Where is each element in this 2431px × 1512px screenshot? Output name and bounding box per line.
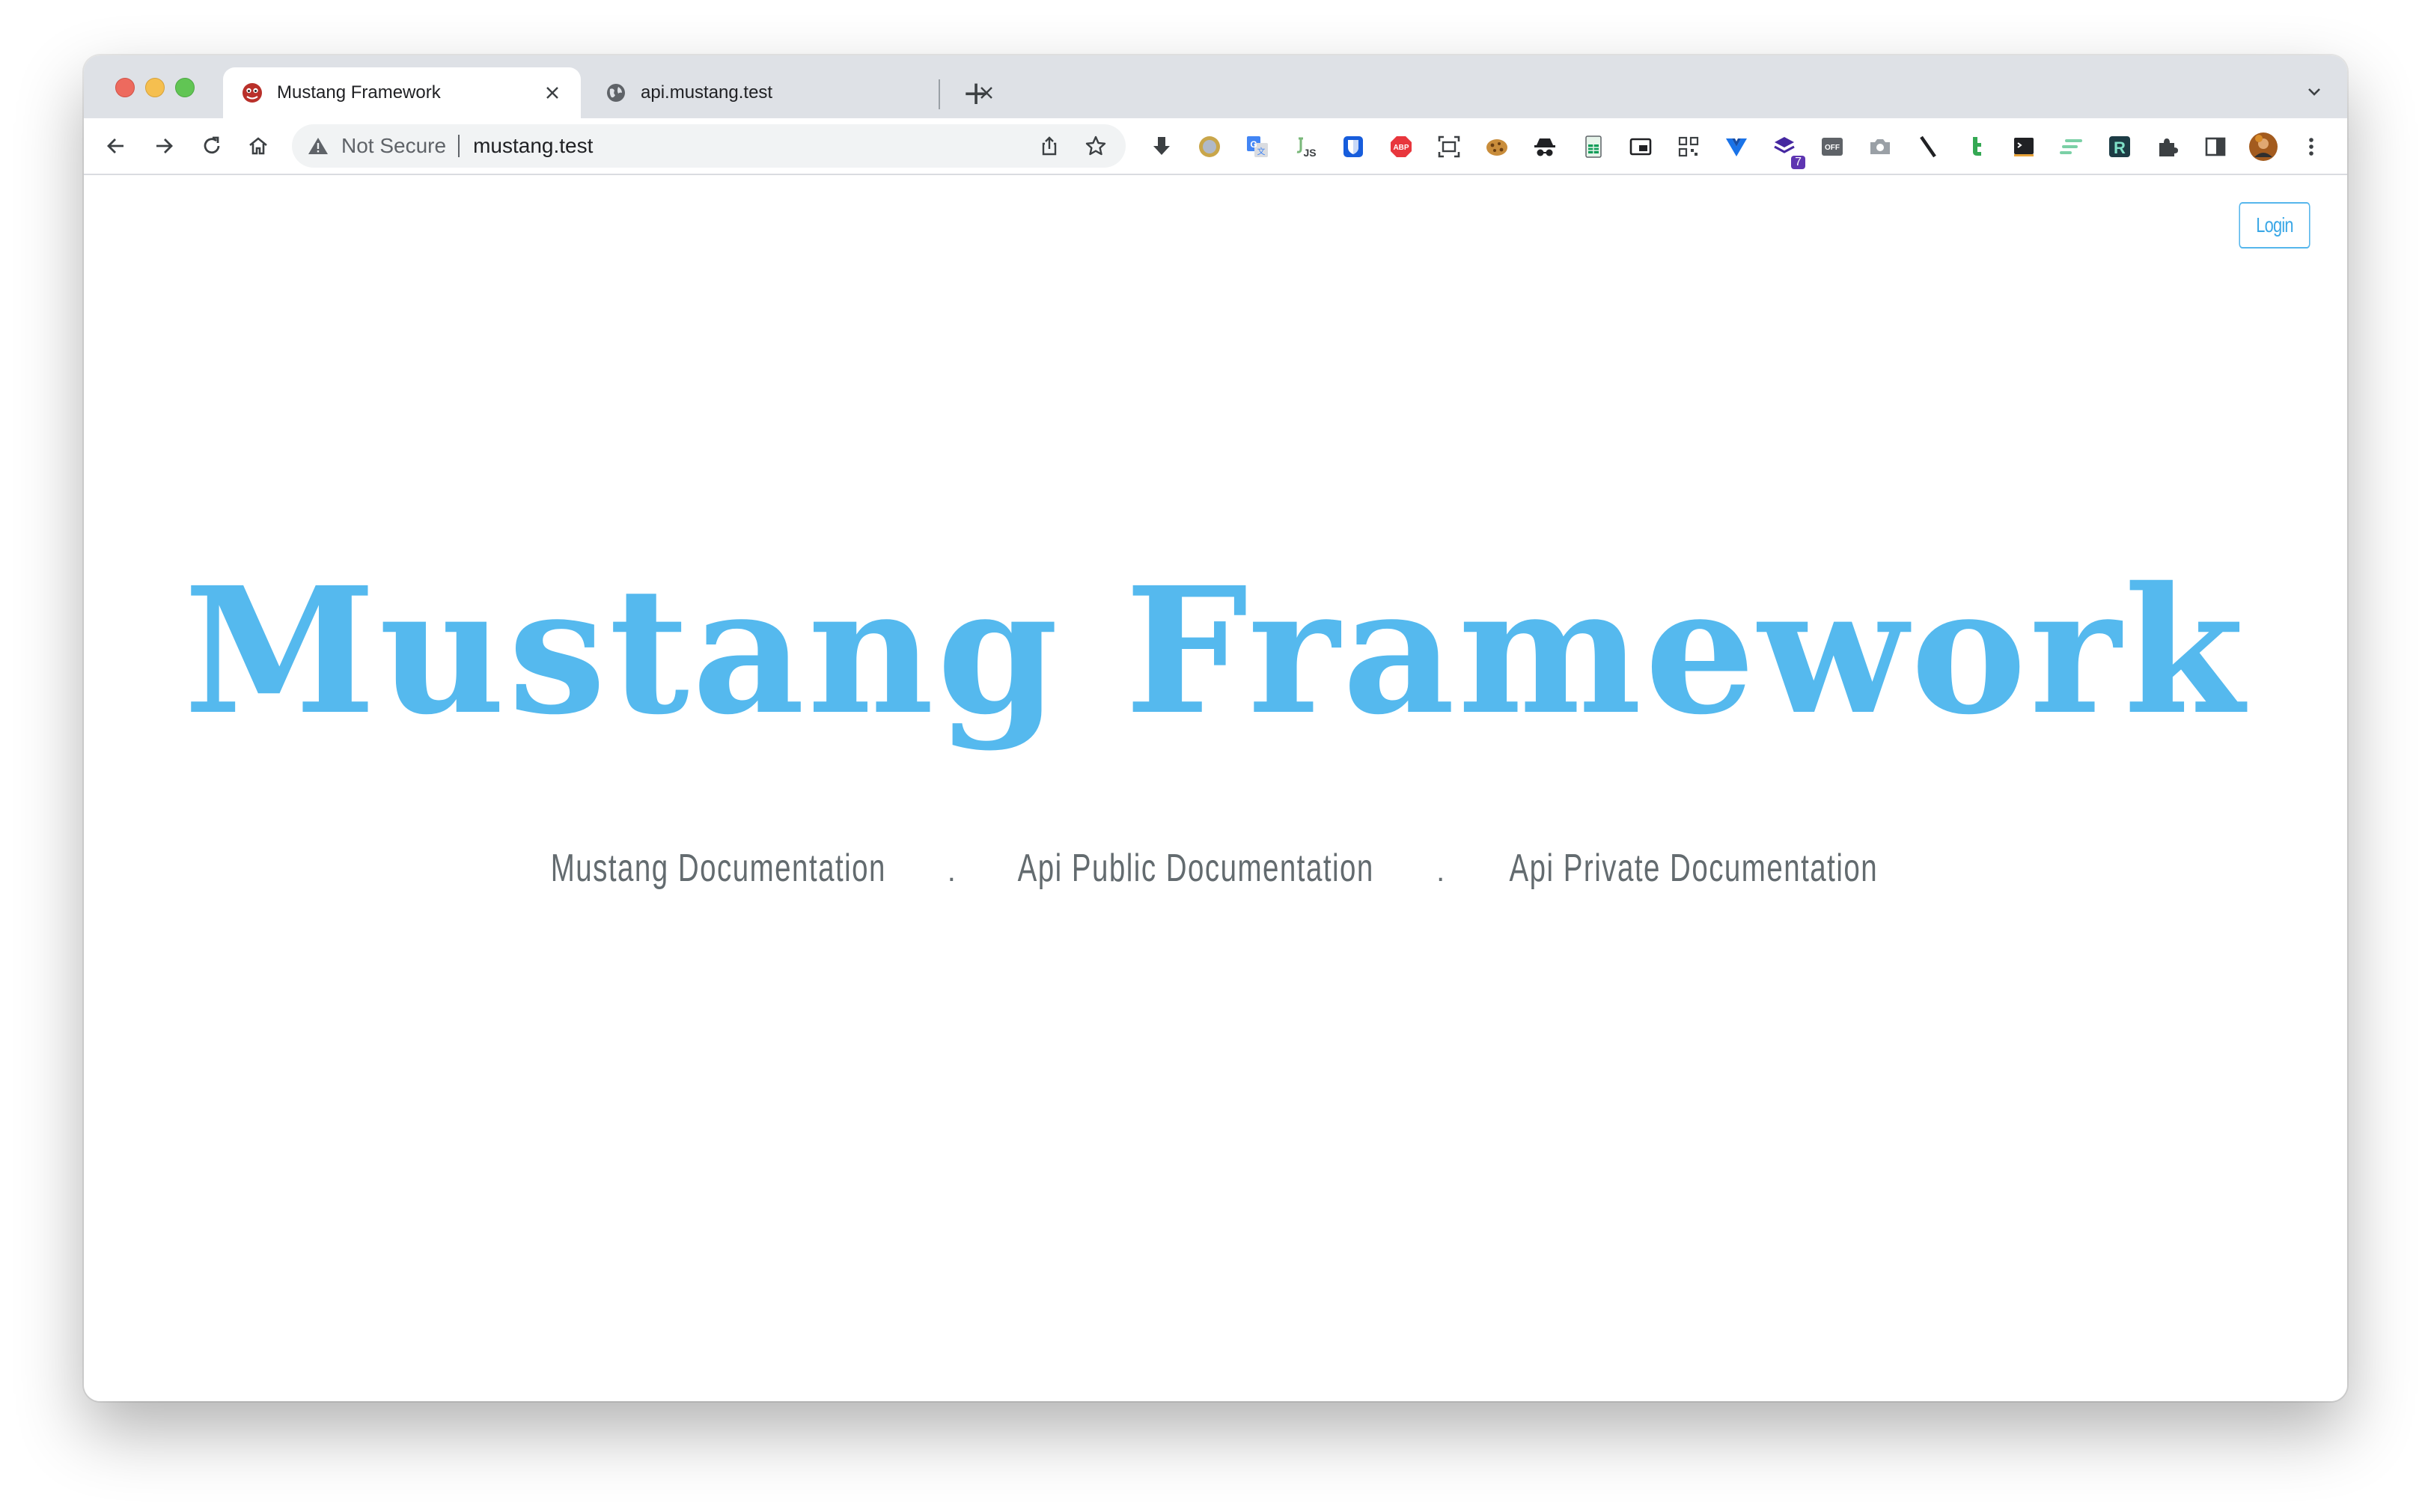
cookie-icon[interactable] (1480, 130, 1513, 163)
arrow-left-icon (107, 138, 123, 153)
tab-title: api.mustang.test (641, 82, 773, 103)
page-content: Login Mustang Framework Mustang Document… (84, 175, 2347, 1401)
address-bar[interactable]: Not Secure mustang.test (292, 124, 1126, 168)
circle-icon[interactable] (1193, 130, 1226, 163)
chevron-down-icon[interactable] (2299, 76, 2329, 106)
off-icon[interactable]: OFF (1816, 130, 1849, 163)
mustang-logo-icon (241, 82, 263, 104)
extension-badge: 7 (1791, 156, 1805, 169)
terminal-icon[interactable] (2007, 130, 2040, 163)
puzzle-icon[interactable] (2151, 130, 2184, 163)
tab-strip: Mustang Framework api.mustang.test + (84, 55, 2347, 118)
globe-icon (605, 82, 627, 104)
url-text[interactable]: mustang.test (473, 134, 1018, 158)
incognito-icon[interactable] (1528, 130, 1561, 163)
window-close-button[interactable] (115, 78, 135, 97)
svg-text:OFF: OFF (1825, 144, 1840, 152)
window-maximize-button[interactable] (175, 78, 195, 97)
link-separator: . (947, 855, 956, 888)
slash-icon[interactable] (1912, 130, 1945, 163)
page-title: Mustang Framework (183, 549, 2248, 753)
svg-text:ABP: ABP (1393, 144, 1409, 152)
translate-icon[interactable]: G文 (1241, 130, 1274, 163)
svg-text:JS: JS (1303, 147, 1316, 159)
forward-button[interactable] (145, 127, 183, 165)
menu-dots-icon[interactable] (2295, 130, 2328, 163)
browser-toolbar: Not Secure mustang.test G文 JS ABP 7 OFF … (84, 118, 2347, 175)
tab-divider (939, 79, 940, 109)
omnibox-divider (458, 135, 460, 157)
window-minimize-button[interactable] (145, 78, 165, 97)
link-api-public-documentation[interactable]: Api Public Documentation (1018, 846, 1374, 891)
home-button[interactable] (240, 127, 277, 165)
bookmark-star-icon[interactable] (1081, 131, 1111, 161)
extensions-bar: G文 JS ABP 7 OFF R (1145, 129, 2343, 169)
layers-icon[interactable]: 7 (1768, 130, 1805, 169)
profile-avatar[interactable] (2247, 130, 2280, 163)
warning-icon (308, 138, 328, 154)
vue-icon[interactable] (1720, 130, 1753, 163)
back-button[interactable] (97, 127, 135, 165)
tweetdeck-icon[interactable] (1959, 130, 1992, 163)
adblock-icon[interactable]: ABP (1385, 130, 1418, 163)
reload-button[interactable] (193, 127, 231, 165)
link-separator: . (1436, 855, 1445, 888)
svg-text:G: G (1250, 139, 1257, 150)
security-status[interactable]: Not Secure (341, 134, 446, 158)
tab-api-mustang[interactable]: api.mustang.test (587, 67, 1015, 118)
new-tab-button[interactable]: + (955, 72, 997, 114)
link-api-private-documentation[interactable]: Api Private Documentation (1509, 846, 1878, 891)
camera-icon[interactable] (1864, 130, 1897, 163)
download-icon[interactable] (1145, 130, 1178, 163)
stripes-icon[interactable] (2055, 130, 2088, 163)
tab-title: Mustang Framework (277, 82, 441, 103)
sidebar-icon[interactable] (2199, 130, 2232, 163)
r-icon[interactable]: R (2103, 130, 2136, 163)
browser-window: Mustang Framework api.mustang.test + Not… (84, 55, 2347, 1401)
pip-icon[interactable] (1624, 130, 1657, 163)
svg-text:R: R (2114, 138, 2126, 157)
tab-mustang-framework[interactable]: Mustang Framework (223, 67, 581, 118)
reload-icon (204, 136, 220, 154)
svg-text:文: 文 (1257, 146, 1266, 156)
documentation-links: Mustang Documentation . Api Public Docum… (84, 846, 2347, 891)
qr-code-icon[interactable] (1672, 130, 1705, 163)
home-icon (249, 137, 267, 155)
arrow-right-icon (156, 138, 173, 153)
share-icon[interactable] (1034, 131, 1064, 161)
js-icon[interactable]: JS (1289, 130, 1322, 163)
link-mustang-documentation[interactable]: Mustang Documentation (550, 846, 885, 891)
close-icon[interactable] (542, 82, 563, 103)
login-button[interactable]: Login (2239, 202, 2310, 249)
screenshot-icon[interactable] (1433, 130, 1465, 163)
sheets-icon[interactable] (1576, 130, 1609, 163)
bitwarden-icon[interactable] (1337, 130, 1370, 163)
